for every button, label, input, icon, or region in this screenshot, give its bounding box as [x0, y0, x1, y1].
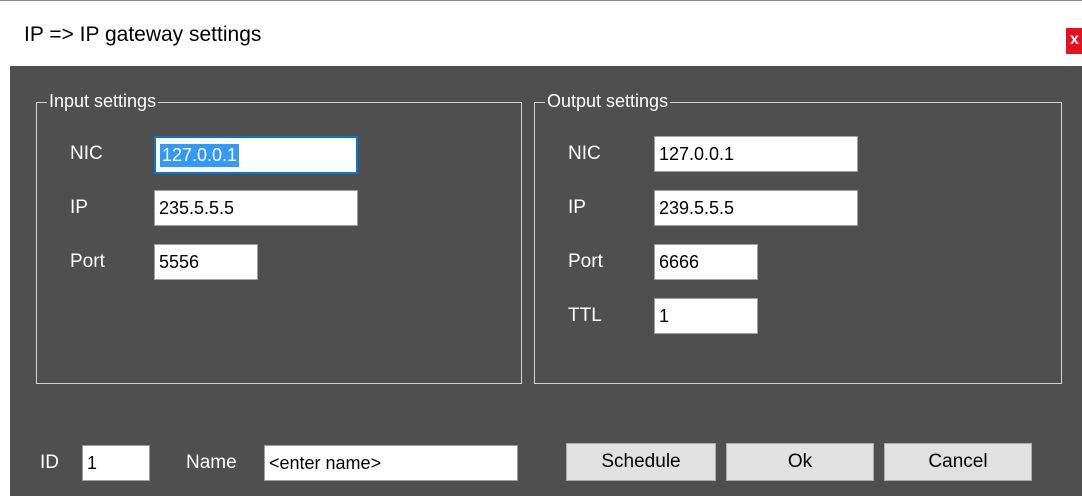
- cancel-button[interactable]: Cancel: [884, 443, 1032, 481]
- output-port-field[interactable]: [654, 244, 758, 280]
- name-field[interactable]: [264, 445, 518, 481]
- input-port-field[interactable]: [154, 244, 258, 280]
- output-ip-label: IP: [568, 197, 586, 218]
- input-nic-value: 127.0.0.1: [160, 143, 240, 167]
- input-ip-label: IP: [70, 197, 88, 218]
- id-field[interactable]: [82, 445, 150, 481]
- window-title: IP => IP gateway settings: [24, 23, 262, 46]
- input-ip-field[interactable]: [154, 190, 358, 226]
- output-settings-legend: Output settings: [545, 91, 671, 112]
- name-label: Name: [186, 452, 237, 473]
- output-ip-field[interactable]: [654, 190, 858, 226]
- close-icon: x: [1070, 31, 1079, 48]
- output-ttl-field[interactable]: [654, 298, 758, 334]
- close-button[interactable]: x: [1066, 28, 1082, 54]
- input-settings-legend: Input settings: [47, 91, 159, 112]
- dialog-body: Input settings NIC 127.0.0.1 IP Port Out…: [10, 66, 1082, 496]
- title-bar[interactable]: IP => IP gateway settings x: [0, 0, 1082, 66]
- output-ttl-label: TTL: [568, 305, 602, 326]
- id-label: ID: [40, 452, 59, 473]
- output-nic-label: NIC: [568, 143, 601, 164]
- input-port-label: Port: [70, 251, 105, 272]
- input-nic-field[interactable]: 127.0.0.1: [154, 136, 358, 174]
- gateway-settings-window: IP => IP gateway settings x Input settin…: [0, 0, 1082, 496]
- output-port-label: Port: [568, 251, 603, 272]
- output-nic-field[interactable]: [654, 136, 858, 172]
- schedule-button[interactable]: Schedule: [566, 443, 716, 481]
- ok-button[interactable]: Ok: [726, 443, 874, 481]
- input-nic-label: NIC: [70, 143, 103, 164]
